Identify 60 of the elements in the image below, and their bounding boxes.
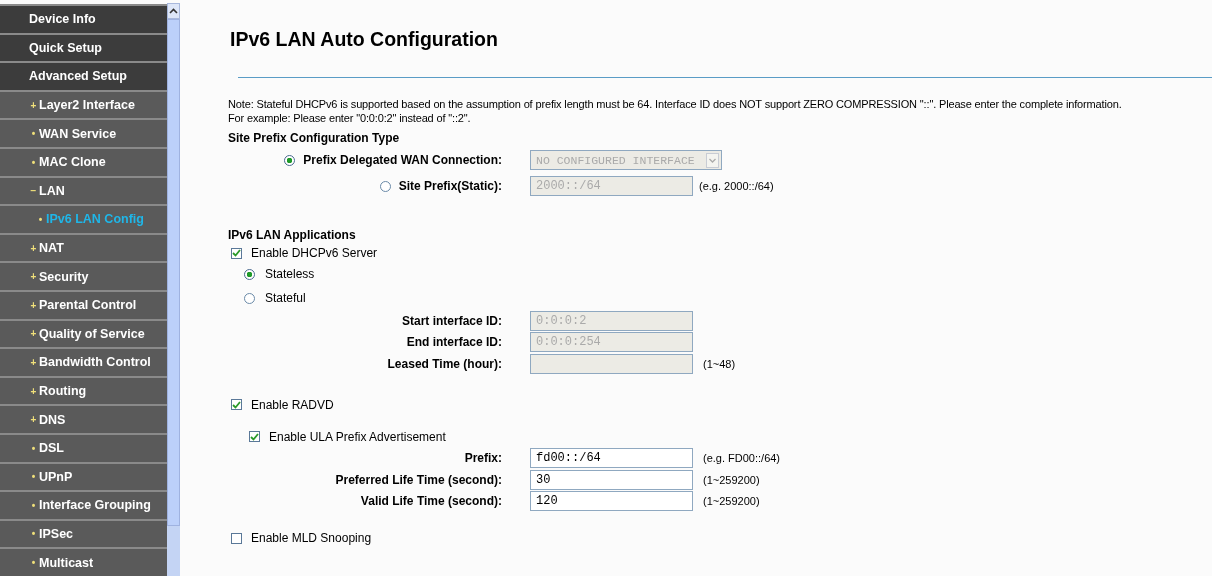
sidebar-item[interactable]: • IPv6 LAN Config: [0, 204, 167, 233]
field-label: Prefix:: [464, 451, 502, 466]
field-label: Start interface ID:: [401, 313, 502, 328]
sidebar-item[interactable]: + Bandwidth Control: [0, 347, 167, 376]
hint-text: (1~259200): [703, 473, 760, 486]
sidebar-item[interactable]: • DSL: [0, 432, 167, 462]
check-icon: [232, 400, 241, 409]
sidebar-item[interactable]: + Security: [0, 261, 167, 290]
field-label: Valid Life Time (second):: [360, 494, 502, 509]
checkbox[interactable]: [249, 431, 260, 442]
caret-icon: [706, 152, 719, 168]
checkbox-label: Enable ULA Prefix Advertisement: [269, 429, 446, 444]
option-label: Prefix Delegated WAN Connection:: [303, 153, 502, 167]
sidebar-item[interactable]: Advanced Setup: [0, 61, 167, 90]
checkbox[interactable]: [231, 532, 242, 544]
checkbox-label: Enable MLD Snooping: [251, 531, 372, 545]
input-field[interactable]: 120: [530, 491, 693, 512]
checkbox[interactable]: [231, 399, 242, 410]
radio-button[interactable]: [244, 292, 255, 304]
sidebar-item[interactable]: − LAN: [0, 175, 167, 205]
sidebar-item[interactable]: + NAT: [0, 232, 167, 262]
sidebar-item[interactable]: + Quality of Service: [0, 318, 167, 348]
sidebar-item[interactable]: • Interface Grouping: [0, 490, 167, 519]
sidebar-item[interactable]: • Multicast: [0, 547, 167, 576]
radio-label: Stateful: [265, 291, 306, 305]
radio-label: Stateless: [265, 267, 315, 281]
note-text: For example: Please enter "0:0:0:2" instead of "::2".: [228, 111, 472, 125]
sidebar-item[interactable]: + Parental Control: [0, 289, 167, 319]
scroll-up-icon[interactable]: [167, 3, 180, 19]
input-field[interactable]: 30: [530, 469, 693, 490]
sidebar-item[interactable]: Device Info: [0, 4, 167, 33]
note-text: Note: Stateful DHCPv6 is supported based on the assumption of prefix length must be 64. Interface ID does NOT support ZERO COMPRESSION "::". Please enter the complete information.: [228, 97, 1123, 111]
sidebar-item[interactable]: • IPSec: [0, 518, 167, 548]
field-label: Leased Time (hour):: [387, 356, 502, 371]
page-title: IPv6 LAN Auto Configuration: [230, 28, 499, 52]
hint-text: (1~48): [703, 357, 736, 370]
option-label: Site Prefix(Static):: [398, 179, 502, 193]
section-heading: Site Prefix Configuration Type: [228, 131, 401, 147]
radio-button[interactable]: [244, 268, 255, 280]
radio-button[interactable]: [379, 180, 391, 192]
checkbox[interactable]: [231, 247, 242, 259]
radio-button[interactable]: [284, 154, 296, 166]
check-icon: [250, 432, 259, 441]
hint-text: (e.g. 2000::/64): [699, 180, 774, 192]
field-label: End interface ID:: [406, 335, 502, 350]
sidebar-item[interactable]: + Routing: [0, 375, 167, 405]
section-heading: IPv6 LAN Applications: [228, 228, 357, 244]
checkbox-label: Enable RADVD: [251, 397, 334, 412]
checkbox-label: Enable DHCPv6 Server: [251, 246, 378, 260]
sidebar-item[interactable]: • WAN Service: [0, 118, 167, 147]
field-label: Preferred Life Time (second):: [335, 472, 502, 487]
sidebar-item[interactable]: + DNS: [0, 404, 167, 433]
sidebar-item[interactable]: Quick Setup: [0, 32, 167, 62]
hint-text: (e.g. FD00::/64): [703, 452, 781, 465]
sidebar-item[interactable]: • MAC Clone: [0, 146, 167, 176]
hint-text: (1~259200): [703, 495, 760, 508]
sidebar-item[interactable]: • UPnP: [0, 461, 167, 491]
input-field[interactable]: fd00::/64: [530, 448, 693, 469]
check-icon: [232, 249, 241, 257]
sidebar-item[interactable]: + Layer2 Interface: [0, 89, 167, 119]
